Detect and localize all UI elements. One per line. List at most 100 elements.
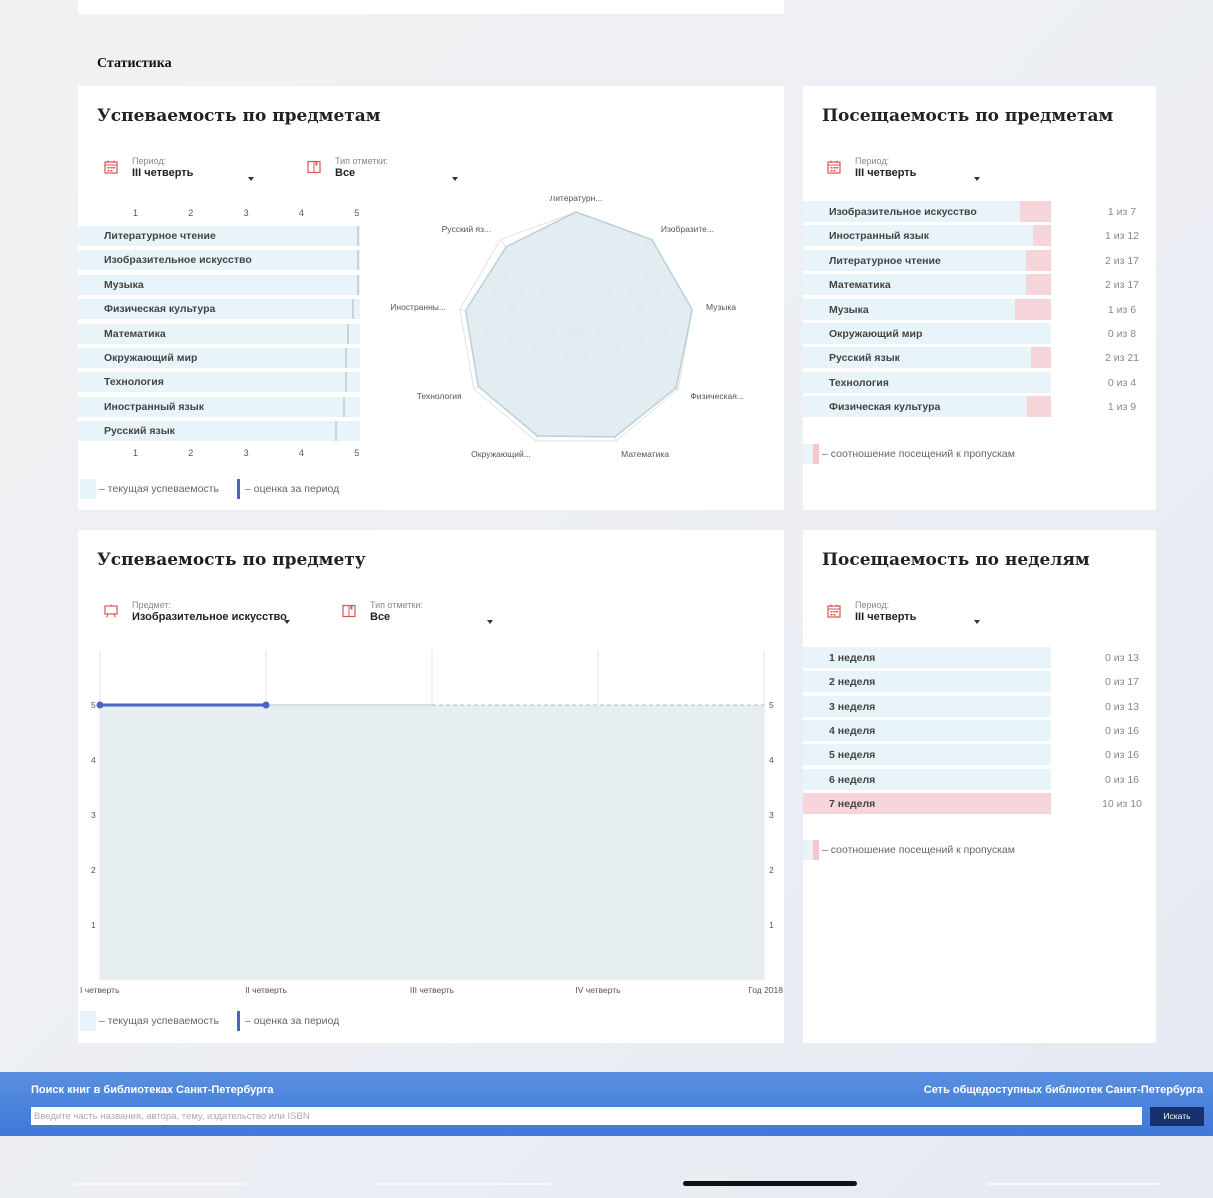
attendance-bar-missed xyxy=(1020,201,1051,222)
y-tick-label-left: 2 xyxy=(91,865,96,875)
attendance-count: 0 из 16 xyxy=(1104,773,1140,786)
bar-value-mark xyxy=(345,348,348,368)
axis-tick-label: 1 xyxy=(133,208,139,218)
subject-filter[interactable]: Предмет: Изобразительное искусство xyxy=(104,600,287,624)
attendance-count: 1 из 9 xyxy=(1107,401,1137,414)
bar-row: Русский язык xyxy=(78,421,360,442)
axis-tick-label: 1 xyxy=(133,448,139,458)
period-filter[interactable]: Период: III четверть xyxy=(104,156,193,180)
bar-label: Иностранный язык xyxy=(104,400,204,413)
card-title: Успеваемость по предмету xyxy=(97,550,366,570)
y-tick-label-left: 4 xyxy=(91,755,96,765)
bar-row: Физическая культура xyxy=(78,299,360,320)
attendance-count: 0 из 13 xyxy=(1104,652,1140,664)
attendance-row: 2 неделя 0 из 17 xyxy=(803,671,1156,693)
bar-value-mark xyxy=(335,421,338,442)
bar-value-mark xyxy=(357,274,360,295)
attendance-bar-missed xyxy=(1031,347,1051,369)
bar-label: Математика xyxy=(104,327,166,340)
y-tick-label-right: 5 xyxy=(769,700,774,710)
legend-swatch-current xyxy=(80,479,96,499)
attendance-count: 0 из 13 xyxy=(1104,700,1140,713)
bar-value-mark xyxy=(357,226,360,246)
bar-row: Технология xyxy=(78,372,360,393)
chevron-down-icon[interactable] xyxy=(974,177,980,181)
y-tick-label-right: 1 xyxy=(769,920,774,930)
mark-type-value: Все xyxy=(370,611,391,623)
attendance-label: Иностранный язык xyxy=(829,230,929,243)
attendance-row: 3 неделя 0 из 13 xyxy=(803,695,1156,717)
x-tick-label: I четверть xyxy=(80,985,120,995)
period-value: III четверть xyxy=(855,167,917,179)
library-search-title[interactable]: Поиск книг в библиотеках Санкт-Петербург… xyxy=(31,1084,274,1096)
card-title: Посещаемость по неделям xyxy=(822,550,1090,570)
period-label: Период: xyxy=(855,600,890,610)
home-indicator xyxy=(683,1181,857,1186)
legend-label: – соотношение посещений к пропускам xyxy=(822,448,1015,460)
mark-type-filter[interactable]: Тип отметки: Все xyxy=(342,600,423,624)
calendar-icon xyxy=(827,160,841,174)
axis-tick-label: 5 xyxy=(354,208,360,218)
legend: – текущая успеваемость – оценка за перио… xyxy=(80,1011,339,1031)
library-network-link[interactable]: Сеть общедоступных библиотек Санкт-Петер… xyxy=(924,1084,1203,1096)
radar-label: Технология xyxy=(417,391,462,401)
attendance-label: Физическая культура xyxy=(829,401,941,414)
bar-row: Окружающий мир xyxy=(78,348,360,368)
page-title: Статистика xyxy=(97,56,172,71)
legend: – соотношение посещений к пропускам xyxy=(803,444,1015,464)
radar-label: Математика xyxy=(621,449,669,459)
x-tick-label: Год 2018 xyxy=(748,985,783,995)
legend-swatch xyxy=(803,840,819,860)
period-value: III четверть xyxy=(132,167,194,179)
attendance-row: Литературное чтение 2 из 17 xyxy=(803,249,1156,271)
mark-type-value: Все xyxy=(335,167,356,179)
period-filter[interactable]: Период: III четверть xyxy=(827,156,916,180)
legend: – текущая успеваемость – оценка за перио… xyxy=(80,479,339,499)
chevron-down-icon[interactable] xyxy=(974,620,980,624)
attendance-bar-missed xyxy=(1033,225,1051,247)
radar-chart: Литературн... Изобразите... Музыка Физическ… xyxy=(390,196,744,459)
performance-by-subject-card: Успеваемость по предмету Предмет: Изобра… xyxy=(78,530,784,1043)
chevron-down-icon[interactable] xyxy=(452,177,458,181)
attendance-row: Изобразительное искусство 1 из 7 xyxy=(803,201,1156,222)
book-icon xyxy=(307,160,321,174)
library-search-input[interactable] xyxy=(31,1107,1142,1125)
calendar-icon xyxy=(827,604,841,618)
axis-tick-label: 2 xyxy=(188,448,194,458)
bar-value-mark xyxy=(357,250,360,271)
x-tick-label: II четверть xyxy=(245,985,287,995)
y-tick-label-left: 5 xyxy=(91,700,96,710)
attendance-bar-missed xyxy=(1015,298,1051,320)
attendance-row: 5 неделя 0 из 16 xyxy=(803,744,1156,766)
library-search-button[interactable]: Искать xyxy=(1150,1107,1204,1126)
attendance-row: Технология 0 из 4 xyxy=(803,371,1156,393)
attendance-count: 0 из 17 xyxy=(1104,676,1140,689)
radar-label: Физическая... xyxy=(690,391,744,401)
attendance-by-weeks-card: Посещаемость по неделям Период: III четв… xyxy=(803,530,1156,1043)
attendance-row: Музыка 1 из 6 xyxy=(803,298,1156,320)
attendance-count: 0 из 4 xyxy=(1107,376,1137,389)
attendance-label: 2 неделя xyxy=(829,676,876,689)
attendance-label: Изобразительное искусство xyxy=(829,206,977,218)
legend: – соотношение посещений к пропускам xyxy=(803,840,1015,860)
calendar-icon xyxy=(104,160,118,174)
period-mark-point xyxy=(262,701,270,709)
bar-label: Технология xyxy=(104,376,164,389)
radar-label: Изобразите... xyxy=(661,224,714,234)
period-filter[interactable]: Период: III четверть xyxy=(827,600,916,624)
card-title: Посещаемость по предметам xyxy=(822,106,1114,126)
bar-label: Музыка xyxy=(104,278,144,291)
chevron-down-icon[interactable] xyxy=(248,177,254,181)
axis-tick-label: 4 xyxy=(298,448,304,458)
radar-series xyxy=(464,211,693,438)
attendance-by-subjects-card: Посещаемость по предметам Период: III че… xyxy=(803,86,1156,510)
bar-label: Окружающий мир xyxy=(104,352,198,364)
chevron-down-icon[interactable] xyxy=(487,620,493,624)
mark-type-filter[interactable]: Тип отметки: Все xyxy=(307,156,388,180)
chevron-down-icon[interactable] xyxy=(284,620,290,624)
radar-label: Иностранны... xyxy=(390,302,446,312)
y-tick-label-right: 3 xyxy=(769,810,774,820)
attendance-label: 6 неделя xyxy=(829,773,876,786)
attendance-label: Математика xyxy=(829,279,891,292)
y-tick-label-left: 1 xyxy=(91,920,96,930)
